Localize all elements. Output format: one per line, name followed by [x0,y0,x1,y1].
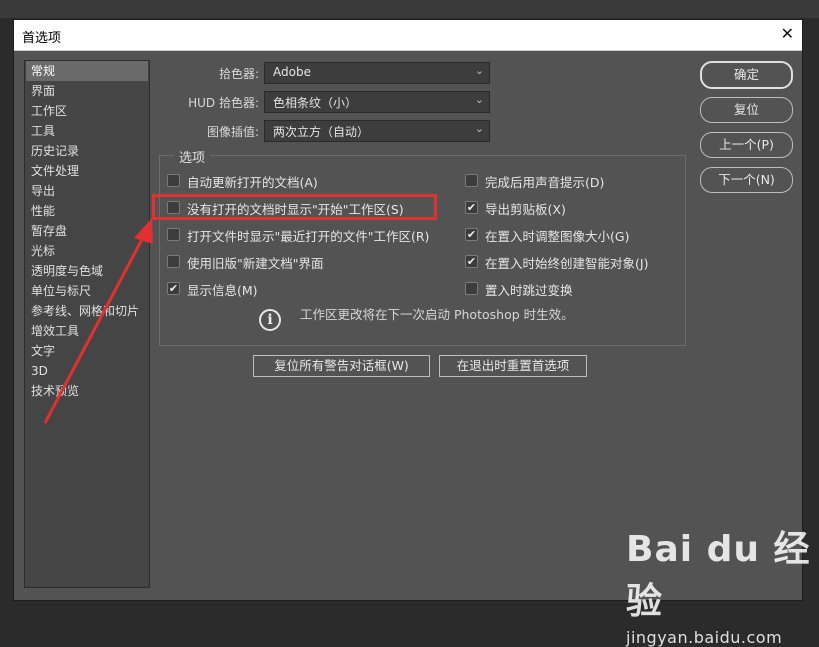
checkbox-label: 显示信息(M) [187,283,258,298]
checkbox-box[interactable] [167,174,180,187]
background-band [0,0,819,18]
options-group-title: 选项 [174,147,211,166]
info-message: 工作区更改将在下一次启动 Photoshop 时生效。 [300,307,574,322]
title-bar: 首选项 ✕ [14,20,802,51]
chevron-down-icon: ⌄ [474,64,484,77]
checkbox-box[interactable] [465,282,478,295]
color-picker-value: Adobe [273,65,311,79]
sidebar-item-3d[interactable]: 3D [26,361,148,381]
checkbox-label: 打开文件时显示"最近打开的文件"工作区(R) [187,229,430,244]
checkbox-box[interactable] [167,228,180,241]
color-picker-row: 拾色器: [14,62,259,84]
checkbox-label: 使用旧版"新建文档"界面 [187,256,324,271]
checkbox-label: 在置入时始终创建智能对象(J) [485,256,649,271]
info-icon: i [259,309,281,331]
sidebar-item-plugins[interactable]: 增效工具 [26,321,148,341]
checkbox-label: 完成后用声音提示(D) [485,175,605,190]
image-interpolation-label: 图像插值: [206,125,259,139]
checkbox-box[interactable] [167,255,180,268]
image-interpolation-select[interactable]: 两次立方（自动） ⌄ [264,120,490,142]
sidebar-item-tech-preview[interactable]: 技术预览 [26,381,148,401]
sidebar-item-transparency[interactable]: 透明度与色域 [26,261,148,281]
sidebar-item-guides-grid[interactable]: 参考线、网格和切片 [26,301,148,321]
hud-color-picker-select[interactable]: 色相条纹（小） ⌄ [264,91,490,113]
checkbox-label: 导出剪贴板(X) [485,202,566,217]
hud-color-picker-label: HUD 拾色器: [188,96,259,110]
checkbox-label: 置入时跳过变换 [485,283,573,298]
prev-button[interactable]: 上一个(P) [700,132,793,158]
checkbox-box[interactable] [465,174,478,187]
hud-color-picker-row: HUD 拾色器: [14,91,259,113]
color-picker-label: 拾色器: [218,67,259,81]
preferences-dialog: 首选项 ✕ 常规 界面 工作区 工具 历史记录 文件处理 导出 性能 暂存盘 光… [13,19,803,601]
checkmark-icon[interactable]: ✔ [167,282,180,295]
sidebar-item-file-handling[interactable]: 文件处理 [26,161,148,181]
checkbox-label: 自动更新打开的文档(A) [187,175,318,190]
color-picker-select[interactable]: Adobe ⌄ [264,62,490,84]
sidebar-item-cursors[interactable]: 光标 [26,241,148,261]
close-icon[interactable]: ✕ [781,24,794,43]
watermark-url: jingyan.baidu.com [626,628,783,647]
image-interpolation-row: 图像插值: [14,120,259,142]
hud-color-picker-value: 色相条纹（小） [273,96,358,110]
reset-prefs-on-quit-button[interactable]: 在退出时重置首选项 [439,355,587,377]
checkmark-icon[interactable]: ✔ [465,201,478,214]
sidebar-item-history[interactable]: 历史记录 [26,141,148,161]
sidebar-item-units-rulers[interactable]: 单位与标尺 [26,281,148,301]
ok-button[interactable]: 确定 [700,61,793,89]
chevron-down-icon: ⌄ [474,93,484,106]
watermark-logo: Bai du 经验 [626,529,811,622]
reset-button[interactable]: 复位 [700,97,793,123]
checkbox-label: 在置入时调整图像大小(G) [485,229,630,244]
dialog-title: 首选项 [22,31,62,46]
image-interpolation-value: 两次立方（自动） [273,125,370,139]
chevron-down-icon: ⌄ [474,122,484,135]
sidebar-item-scratch-disks[interactable]: 暂存盘 [26,221,148,241]
checkmark-icon[interactable]: ✔ [465,228,478,241]
sidebar-item-export[interactable]: 导出 [26,181,148,201]
reset-warnings-button[interactable]: 复位所有警告对话框(W) [253,355,430,377]
highlight-box [152,194,437,220]
sidebar-item-type[interactable]: 文字 [26,341,148,361]
next-button[interactable]: 下一个(N) [700,167,793,193]
checkmark-icon[interactable]: ✔ [465,255,478,268]
watermark: Bai du 经验 jingyan.baidu.com [626,520,819,647]
sidebar-item-performance[interactable]: 性能 [26,201,148,221]
